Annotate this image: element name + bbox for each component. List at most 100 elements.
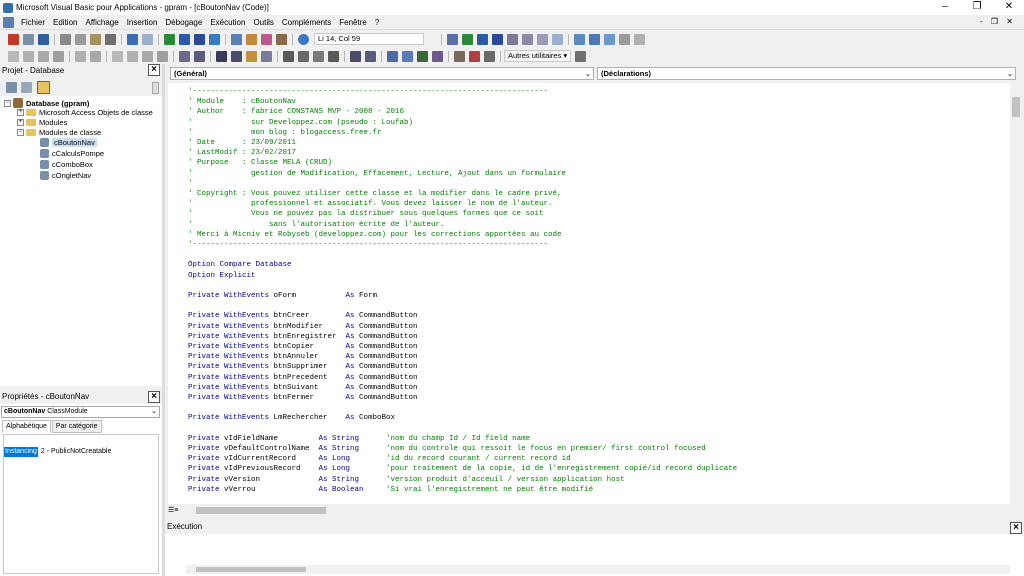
- binoculars-icon[interactable]: [216, 50, 227, 62]
- quick-info-icon[interactable]: [38, 50, 49, 62]
- chevron-down-icon[interactable]: ⌄: [585, 68, 591, 79]
- mdi-window-controls[interactable]: - ❐ ✕: [980, 17, 1016, 26]
- procedure-combo[interactable]: (Déclarations) ⌄: [597, 67, 1016, 80]
- compile-icon[interactable]: [246, 50, 257, 62]
- code-line[interactable]: ' Module : cBoutonNav: [188, 97, 296, 107]
- close-project-pane-icon[interactable]: ×: [148, 64, 160, 76]
- code-line[interactable]: ' Purpose : Classe MELA (CRUD): [188, 158, 332, 168]
- tab-par-categorie[interactable]: Par catégorie: [51, 420, 102, 433]
- code-line[interactable]: Private WithEvents btnEnregistrer As Com…: [188, 332, 418, 342]
- make-same-size-icon[interactable]: [298, 50, 309, 62]
- paste-icon[interactable]: [90, 33, 101, 45]
- code-line[interactable]: ': [188, 179, 193, 189]
- addin-tool-icon[interactable]: [575, 50, 587, 62]
- expand-icon[interactable]: +: [17, 109, 24, 116]
- menu-debogage[interactable]: Débogage: [161, 18, 206, 27]
- project-explorer-icon[interactable]: [231, 33, 242, 45]
- copy-icon[interactable]: [75, 33, 86, 45]
- step-out-icon[interactable]: [537, 33, 548, 45]
- menu-fenetre[interactable]: Fenêtre: [335, 18, 371, 27]
- quick-watch-icon[interactable]: [552, 33, 563, 45]
- tree-node-class[interactable]: cCalculsPompe: [40, 149, 104, 158]
- vba-menu-icon[interactable]: [3, 16, 14, 28]
- menu-execution[interactable]: Exécution: [206, 18, 249, 27]
- restore-button[interactable]: ❐: [962, 0, 992, 15]
- help-icon[interactable]: [298, 33, 309, 45]
- immediate-window-icon[interactable]: [589, 33, 600, 45]
- toolbox-icon[interactable]: [276, 33, 287, 45]
- code-line[interactable]: ' mon blog : blogaccess.free.fr: [188, 128, 382, 138]
- object-browser-icon[interactable]: [261, 33, 272, 45]
- locals-window-icon[interactable]: [574, 33, 585, 45]
- tab-order-icon[interactable]: [402, 50, 413, 62]
- code-line[interactable]: ' professionnel et associatif. Vous deve…: [188, 199, 553, 209]
- close-properties-pane-icon[interactable]: ×: [148, 391, 160, 403]
- menu-complements[interactable]: Compléments: [278, 18, 335, 27]
- code-line[interactable]: Private WithEvents btnSuivant As Command…: [188, 383, 418, 393]
- menu-outils[interactable]: Outils: [249, 18, 277, 27]
- code-line[interactable]: ' LastModif : 23/02/2017: [188, 148, 296, 158]
- chevron-down-icon[interactable]: ⌄: [1007, 68, 1013, 79]
- call-stack-icon[interactable]: [619, 33, 630, 45]
- code-line[interactable]: ' Vous ne pouvez pas la distribuer sous …: [188, 209, 544, 219]
- references-icon[interactable]: [261, 50, 272, 62]
- close-immediate-pane-icon[interactable]: ×: [1010, 522, 1022, 534]
- properties-window-icon[interactable]: [246, 33, 257, 45]
- insert-module-icon[interactable]: [23, 33, 34, 45]
- code-line[interactable]: Private vIdFieldName As String 'nom du c…: [188, 434, 530, 444]
- code-line[interactable]: ' Copyright : Vous pouvez utiliser cette…: [188, 189, 562, 199]
- step-into-icon[interactable]: [507, 33, 518, 45]
- menu-help[interactable]: ?: [371, 18, 383, 27]
- code-vertical-scrollbar[interactable]: [1010, 83, 1022, 504]
- menu-fichier[interactable]: Fichier: [17, 18, 49, 27]
- break-icon[interactable]: [179, 33, 190, 45]
- comment-block-icon[interactable]: [350, 50, 361, 62]
- list-constants-icon[interactable]: [23, 50, 34, 62]
- code-line[interactable]: Private WithEvents btnPrecedent As Comma…: [188, 373, 418, 383]
- tree-node-access-objects[interactable]: + Microsoft Access Objets de classe: [17, 108, 153, 117]
- step-over-icon[interactable]: [522, 33, 533, 45]
- replace-icon[interactable]: [231, 50, 242, 62]
- tool-icon[interactable]: [484, 50, 495, 62]
- tree-node-database[interactable]: − Database (gpram): [4, 98, 89, 108]
- reset-icon[interactable]: [194, 33, 205, 45]
- tab-alphabetique[interactable]: Alphabétique: [2, 420, 51, 433]
- pencil-icon[interactable]: [454, 50, 465, 62]
- code-line[interactable]: '---------------------------------------…: [188, 87, 548, 97]
- property-row-instancing[interactable]: Instancing 2 - PublicNotCreatable: [4, 447, 159, 457]
- code-line[interactable]: Private WithEvents btnCopier As CommandB…: [188, 342, 418, 352]
- tree-node-class[interactable]: cBoutonNav: [40, 138, 97, 147]
- continue-icon[interactable]: [462, 33, 473, 45]
- center-form-icon[interactable]: [313, 50, 324, 62]
- align-icon[interactable]: [283, 50, 294, 62]
- close-window-button[interactable]: ✕: [994, 0, 1024, 15]
- menu-edition[interactable]: Edition: [49, 18, 81, 27]
- menu-affichage[interactable]: Affichage: [81, 18, 122, 27]
- tree-node-class[interactable]: cOngletNav: [40, 171, 91, 180]
- code-line[interactable]: Private WithEvents btnAnnuler As Command…: [188, 352, 418, 362]
- expand-icon[interactable]: +: [17, 119, 24, 126]
- tree-node-class[interactable]: cComboBox: [40, 160, 93, 169]
- code-line[interactable]: Private vVersion As String 'version prod…: [188, 475, 625, 485]
- code-line[interactable]: Private vVerrou As Boolean 'Si vrai l'en…: [188, 485, 593, 495]
- code-line[interactable]: Private vIdCurrentRecord As Long 'id du …: [188, 454, 571, 464]
- find-icon[interactable]: [105, 33, 116, 45]
- code-line[interactable]: Private WithEvents oForm As Form: [188, 291, 377, 301]
- watch-window-icon[interactable]: [604, 33, 615, 45]
- code-line[interactable]: Option Explicit: [188, 271, 256, 281]
- uncomment-block-icon[interactable]: [365, 50, 376, 62]
- database-tool-icon[interactable]: [469, 50, 480, 62]
- view-code-icon[interactable]: [6, 82, 17, 93]
- code-line[interactable]: Private WithEvents btnSupprimer As Comma…: [188, 362, 418, 372]
- code-line[interactable]: ' sans l'autorisation écrite de l'auteur…: [188, 220, 445, 230]
- group-icon[interactable]: [328, 50, 339, 62]
- debug-reset-icon[interactable]: [492, 33, 503, 45]
- indent-icon[interactable]: [75, 50, 86, 62]
- outdent-icon[interactable]: [90, 50, 101, 62]
- object-selector[interactable]: cBoutonNav ClassModule ⌄: [1, 406, 160, 418]
- property-value[interactable]: 2 - PublicNotCreatable: [38, 447, 111, 457]
- code-line[interactable]: ' sur Developpez.com (pseudo : Loufab): [188, 118, 413, 128]
- code-line[interactable]: Private vIdPreviousRecord As Long 'pour …: [188, 464, 737, 474]
- scrollbar-thumb[interactable]: [196, 567, 306, 572]
- tree-node-modules[interactable]: + Modules: [17, 118, 67, 127]
